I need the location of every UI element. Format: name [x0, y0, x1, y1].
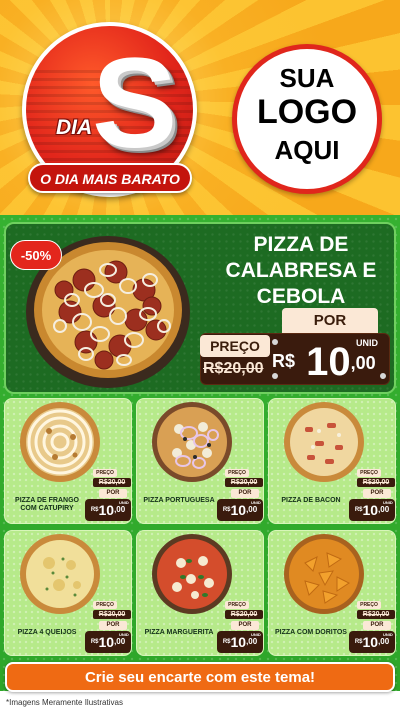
unit-label: UNID	[383, 632, 393, 637]
preco-label: PREÇO	[93, 601, 117, 609]
product-card-doritos[interactable]: PIZZA COM DORITOS PREÇO R$20,00 POR R$10…	[268, 530, 396, 656]
flyer-page: DIA S O DIA MAIS BARATO SUA LOGO AQUI -5…	[0, 0, 400, 711]
featured-preco-label: PREÇO	[200, 335, 270, 357]
por-label: POR	[231, 489, 259, 498]
old-price: R$20,00	[93, 610, 131, 619]
product-card-portuguesa[interactable]: PIZZA PORTUGUESA PREÇO R$20,00 POR R$10,…	[136, 398, 264, 524]
bacon-pizza-image	[284, 402, 364, 482]
product-name: PIZZA PORTUGUESA	[143, 497, 215, 504]
featured-title: PIZZA DE CALABRESA E CEBOLA	[206, 232, 396, 310]
featured-price-int: 10	[306, 340, 351, 384]
logo-text-line2: LOGO	[256, 93, 358, 131]
product-card-bacon[interactable]: PIZZA DE BACON PREÇO R$20,00 POR R$10,00…	[268, 398, 396, 524]
disclaimer-note: *Imagens Meramente Ilustrativas	[6, 698, 123, 707]
old-price: R$20,00	[357, 478, 395, 487]
doritos-pizza-image	[284, 534, 364, 614]
featured-unit: UNID	[356, 338, 378, 348]
price-int: 10	[98, 634, 115, 650]
price-cents: ,00	[114, 505, 126, 514]
price-rivet	[380, 373, 386, 379]
featured-currency: R$	[272, 351, 296, 371]
preco-label: PREÇO	[357, 601, 381, 609]
por-label: POR	[363, 621, 391, 630]
price-cents: ,00	[246, 505, 258, 514]
preco-label: PREÇO	[357, 469, 381, 477]
price-int: 10	[362, 634, 379, 650]
por-label: POR	[99, 621, 127, 630]
product-name: PIZZA DE BACON	[281, 497, 341, 504]
old-price: R$20,00	[225, 478, 263, 487]
price-cents: ,00	[378, 637, 390, 646]
unit-label: UNID	[251, 632, 261, 637]
price-rivet	[272, 373, 278, 379]
price-int: 10	[230, 634, 247, 650]
featured-title-line1: PIZZA DE	[253, 233, 349, 256]
badge-dia-label: DIA	[56, 116, 93, 139]
badge-s-letter: S	[92, 32, 178, 175]
price-cents: ,00	[378, 505, 390, 514]
create-flyer-label: Crie seu encarte com este tema!	[84, 669, 316, 686]
logo-text-line1: SUA	[279, 63, 335, 93]
unit-label: UNID	[119, 500, 129, 505]
unit-label: UNID	[119, 632, 129, 637]
price-int: 10	[230, 502, 247, 518]
price-cents: ,00	[114, 637, 126, 646]
logo-placeholder[interactable]: SUA LOGO AQUI	[232, 44, 382, 194]
slogan-text: O DIA MAIS BARATO	[40, 171, 180, 187]
por-label: POR	[99, 489, 127, 498]
price-rivet	[272, 339, 278, 345]
price-cents: ,00	[246, 637, 258, 646]
product-card-4-queijos[interactable]: PIZZA 4 QUEIJOS PREÇO R$20,00 POR R$10,0…	[4, 530, 132, 656]
create-flyer-button[interactable]: Crie seu encarte com este tema!	[5, 662, 395, 692]
featured-por-label: POR	[282, 308, 378, 334]
featured-title-line2: CALABRESA E	[225, 259, 377, 282]
preco-label: PREÇO	[225, 469, 249, 477]
quatro-queijos-pizza-image	[20, 534, 100, 614]
unit-label: UNID	[251, 500, 261, 505]
product-card-marguerita[interactable]: PIZZA MARGUERITA PREÇO R$20,00 POR R$10,…	[136, 530, 264, 656]
por-label: POR	[231, 621, 259, 630]
por-label: POR	[363, 489, 391, 498]
product-name: PIZZA DE FRANGO COM CATUPIRY	[15, 497, 79, 512]
preco-label: PREÇO	[225, 601, 249, 609]
old-price: R$20,00	[225, 610, 263, 619]
frango-pizza-image	[20, 402, 100, 482]
old-price: R$20,00	[357, 610, 395, 619]
logo-text-line3: AQUI	[274, 135, 340, 165]
old-price: R$20,00	[93, 478, 131, 487]
portuguesa-pizza-image	[152, 402, 232, 482]
marguerita-pizza-image	[152, 534, 232, 614]
featured-title-line3: CEBOLA	[256, 285, 346, 308]
product-name: PIZZA 4 QUEIJOS	[17, 629, 77, 636]
discount-badge: -50%	[10, 240, 62, 270]
unit-label: UNID	[383, 500, 393, 505]
product-card-frango[interactable]: PIZZA DE FRANGO COM CATUPIRY PREÇO R$20,…	[4, 398, 132, 524]
product-name: PIZZA MARGUERITA	[144, 629, 214, 636]
slogan-bar: O DIA MAIS BARATO	[28, 163, 192, 193]
preco-label: PREÇO	[93, 469, 117, 477]
featured-price-cents: ,00	[350, 353, 376, 373]
product-name: PIZZA COM DORITOS	[275, 629, 347, 636]
price-int: 10	[362, 502, 379, 518]
price-int: 10	[98, 502, 115, 518]
featured-old-price: R$20,00	[203, 360, 264, 377]
